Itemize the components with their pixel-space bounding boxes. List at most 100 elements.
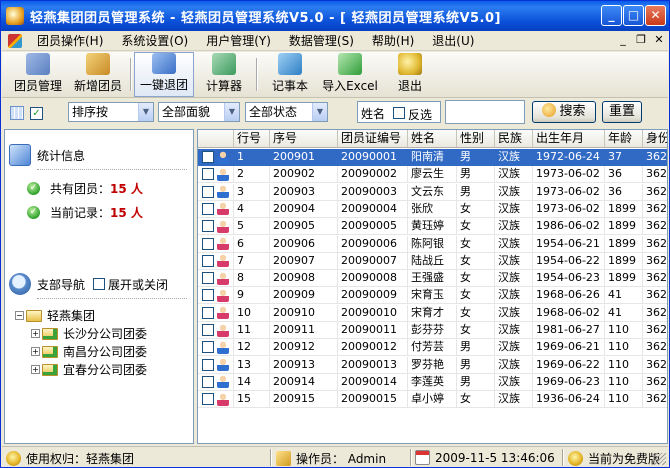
minimize-button[interactable]: _ xyxy=(601,5,622,26)
menu-data-manage[interactable]: 数据管理(S) xyxy=(280,32,363,49)
row-checkbox[interactable] xyxy=(202,272,214,285)
cell-id: 362 xyxy=(643,357,667,374)
row-select-cell[interactable] xyxy=(198,356,234,374)
column-header-row[interactable]: 行号 xyxy=(234,130,270,147)
column-header-seq[interactable]: 序号 xyxy=(270,130,338,147)
row-select-cell[interactable] xyxy=(198,322,234,339)
calculator-button[interactable]: 计算器 xyxy=(194,52,254,97)
table-row[interactable]: 11 200911 20090011 彭芬芬女汉族 1981-06-27 110 362 xyxy=(198,322,667,339)
table-row[interactable]: 15 200915 20090015 卓小婷女汉族 1936-06-24 110 362 xyxy=(198,391,667,409)
mdi-close-button[interactable]: ✕ xyxy=(651,33,667,46)
column-header-age[interactable]: 年龄 xyxy=(605,130,643,147)
cell-seq: 200903 xyxy=(270,183,338,201)
maximize-button[interactable]: □ xyxy=(623,5,644,26)
row-checkbox[interactable] xyxy=(202,358,214,371)
row-select-cell[interactable] xyxy=(198,235,234,253)
row-checkbox[interactable] xyxy=(202,341,214,354)
row-checkbox[interactable] xyxy=(202,185,214,198)
table-row[interactable]: 13 200913 20090013 罗芬艳男汉族 1969-06-22 110 362 xyxy=(198,356,667,374)
add-member-button[interactable]: 新增团员 xyxy=(68,52,128,97)
row-select-cell[interactable] xyxy=(198,339,234,357)
menu-exit[interactable]: 退出(U) xyxy=(423,32,483,49)
row-checkbox[interactable] xyxy=(202,254,214,267)
column-header-card[interactable]: 团员证编号 xyxy=(338,130,408,147)
notepad-button[interactable]: 记事本 xyxy=(260,52,320,97)
expand-icon[interactable]: + xyxy=(31,347,40,356)
column-header-id[interactable]: 身份 xyxy=(643,130,667,147)
column-header-birth[interactable]: 出生年月 xyxy=(533,130,605,147)
search-button[interactable]: 搜索 xyxy=(532,101,596,123)
title-bar[interactable]: 轻燕集团团员管理系统 - 轻燕团员管理系统V5.0 - [ 轻燕团员管理系统V5… xyxy=(1,1,669,31)
table-row[interactable]: 5 200905 20090005 黄珏婷女汉族 1986-06-02 1899 362 xyxy=(198,218,667,236)
row-select-cell[interactable] xyxy=(198,391,234,409)
row-select-cell[interactable] xyxy=(198,166,234,184)
tree-root[interactable]: − 轻燕集团 xyxy=(15,307,95,324)
reset-button[interactable]: 重置 xyxy=(602,101,642,123)
menu-user-manage[interactable]: 用户管理(Y) xyxy=(197,32,280,49)
row-select-cell[interactable] xyxy=(198,304,234,322)
face-select[interactable]: 全部面貌 ▼ xyxy=(158,102,240,122)
row-checkbox[interactable] xyxy=(202,151,214,163)
close-button[interactable]: ✕ xyxy=(645,5,666,26)
tree-item-yichun[interactable]: + 宜春分公司团委 xyxy=(31,361,147,378)
mdi-restore-button[interactable]: ❐ xyxy=(633,33,649,46)
table-row[interactable]: 12 200912 20090012 付芳芸男汉族 1969-06-21 110 362 xyxy=(198,339,667,357)
row-checkbox[interactable] xyxy=(202,393,214,406)
collapse-icon[interactable]: − xyxy=(15,311,24,320)
row-select-cell[interactable] xyxy=(198,218,234,236)
quit-league-button[interactable]: 一键退团 xyxy=(134,52,194,97)
row-select-cell[interactable] xyxy=(198,183,234,201)
member-manage-button[interactable]: 团员管理 xyxy=(8,52,68,97)
state-select[interactable]: 全部状态 ▼ xyxy=(245,102,328,122)
row-select-cell[interactable] xyxy=(198,373,234,391)
expand-icon[interactable]: + xyxy=(31,365,40,374)
table-row[interactable]: 10 200910 20090010 宋育才女汉族 1968-06-02 41 362 xyxy=(198,304,667,322)
cell-ethnic: 汉族 xyxy=(495,149,533,166)
menu-system-settings[interactable]: 系统设置(O) xyxy=(112,32,197,49)
menu-help[interactable]: 帮助(H) xyxy=(363,32,423,49)
table-row[interactable]: 9 200909 20090009 宋育玉女汉族 1968-06-26 41 362 xyxy=(198,287,667,305)
table-row[interactable]: 4 200904 20090004 张欣女汉族 1973-06-02 1899 362 xyxy=(198,200,667,218)
cell-card: 20090006 xyxy=(338,235,408,253)
table-row[interactable]: 2 200902 20090002 廖云生男汉族 1973-06-02 36 362 xyxy=(198,166,667,184)
row-checkbox[interactable] xyxy=(202,237,214,250)
row-checkbox[interactable] xyxy=(202,306,214,319)
name-field-select[interactable]: 姓名 反选 xyxy=(357,101,441,123)
select-all-checkbox[interactable]: ✓ xyxy=(30,106,43,120)
column-header-name[interactable]: 姓名 xyxy=(408,130,457,147)
mdi-minimize-button[interactable]: _ xyxy=(615,33,631,46)
invert-checkbox[interactable] xyxy=(393,107,405,119)
table-row[interactable]: 8 200908 20090008 王强盛女汉族 1954-06-23 1899 362 xyxy=(198,270,667,288)
exit-button[interactable]: 退出 xyxy=(380,52,440,97)
resize-grip[interactable] xyxy=(654,453,666,465)
table-row[interactable]: 7 200907 20090007 陆战丘女汉族 1954-06-22 1899 362 xyxy=(198,252,667,270)
grid-view-icon[interactable] xyxy=(10,106,24,120)
expand-toggle-checkbox[interactable] xyxy=(93,278,106,290)
row-select-cell[interactable] xyxy=(198,200,234,218)
sort-select[interactable]: 排序按 ▼ xyxy=(68,102,154,122)
row-select-cell[interactable] xyxy=(198,149,234,166)
row-checkbox[interactable] xyxy=(202,202,214,215)
table-row[interactable]: 6 200906 20090006 陈阿银女汉族 1954-06-21 1899 362 xyxy=(198,235,667,253)
search-input[interactable] xyxy=(445,100,525,124)
row-checkbox[interactable] xyxy=(202,220,214,233)
row-checkbox[interactable] xyxy=(202,289,214,302)
column-header-ethnic[interactable]: 民族 xyxy=(495,130,533,147)
row-select-cell[interactable] xyxy=(198,252,234,270)
row-select-cell[interactable] xyxy=(198,287,234,305)
table-row[interactable]: 3 200903 20090003 文云东男汉族 1973-06-02 36 362 xyxy=(198,183,667,201)
row-checkbox[interactable] xyxy=(202,375,214,388)
expand-icon[interactable]: + xyxy=(31,329,40,338)
row-checkbox[interactable] xyxy=(202,168,214,181)
table-row[interactable]: 14 200914 20090014 李莲英男汉族 1969-06-23 110 362 xyxy=(198,373,667,391)
menu-app-icon[interactable] xyxy=(8,33,22,48)
excel-import-button[interactable]: 导入Excel xyxy=(320,52,380,97)
menu-member-ops[interactable]: 团员操作(H) xyxy=(28,32,112,49)
tree-item-nanchang[interactable]: + 南昌分公司团委 xyxy=(31,343,147,360)
row-checkbox[interactable] xyxy=(202,324,214,336)
table-row[interactable]: 1 200901 20090001 阳南清男汉族 1972-06-24 37 362 xyxy=(198,149,667,166)
row-select-cell[interactable] xyxy=(198,270,234,288)
column-header-sex[interactable]: 性别 xyxy=(457,130,495,147)
column-header-select[interactable] xyxy=(198,130,234,147)
tree-item-changsha[interactable]: + 长沙分公司团委 xyxy=(31,325,147,342)
